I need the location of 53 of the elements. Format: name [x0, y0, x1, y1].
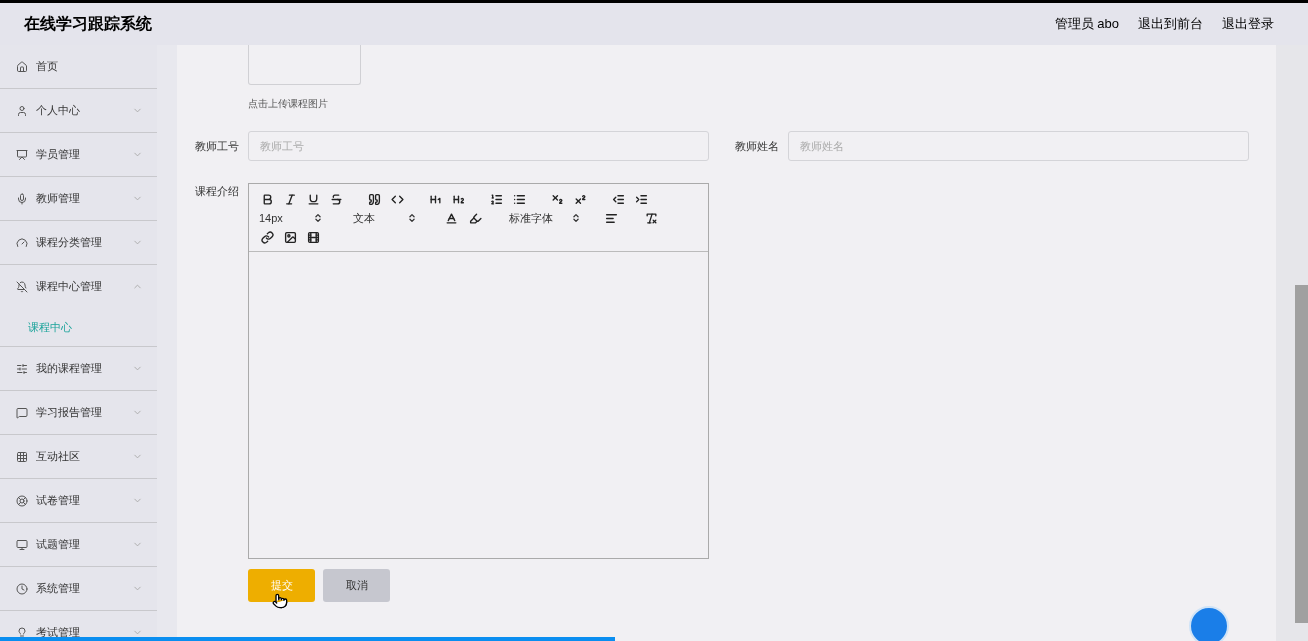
text-field[interactable]: 教师工号	[248, 131, 709, 161]
font-select[interactable]: 标准字体	[509, 210, 581, 227]
menu-item[interactable]: 考试管理	[0, 611, 157, 641]
header-link[interactable]: 退出登录	[1222, 14, 1274, 34]
upload-hint: 点击上传课程图片	[248, 97, 329, 111]
menu-item[interactable]: 课程中心管理	[0, 265, 157, 308]
quote-icon[interactable]	[366, 191, 382, 207]
menu-item[interactable]: 课程分类管理	[0, 221, 157, 264]
video-icon[interactable]	[305, 229, 321, 246]
ordered-list-icon[interactable]	[488, 191, 504, 207]
sliders-icon	[16, 362, 28, 375]
up-down-arrows-icon	[407, 213, 417, 224]
menu-item[interactable]: 试题管理	[0, 523, 157, 566]
menu-item[interactable]: 我的课程管理	[0, 347, 157, 390]
image-icon[interactable]	[282, 229, 298, 246]
up-down-arrows-icon	[571, 213, 581, 224]
clock-icon	[16, 582, 28, 595]
menu-item[interactable]: 首页	[0, 45, 157, 88]
gauge-icon	[16, 236, 28, 249]
format-select[interactable]: 文本	[353, 210, 417, 227]
menu-item[interactable]: 互动社区	[0, 435, 157, 478]
menu-item[interactable]: 学习报告管理	[0, 391, 157, 434]
scrollbar[interactable]	[1276, 45, 1308, 641]
lightbulb-icon	[16, 626, 28, 639]
field-label: 课程介绍	[195, 184, 240, 199]
user-icon	[16, 104, 28, 117]
header-link[interactable]: 管理员 abo	[1054, 14, 1119, 34]
menu-item[interactable]: 系统管理	[0, 567, 157, 610]
strikethrough-icon[interactable]	[328, 191, 344, 207]
link-icon[interactable]	[259, 229, 275, 246]
hand-cursor-icon	[272, 593, 288, 609]
highlight-icon[interactable]	[467, 210, 483, 227]
microphone-icon	[16, 192, 28, 205]
menu-item[interactable]: 教师管理	[0, 177, 157, 220]
field-label: 教师姓名	[735, 138, 780, 154]
bell-off-icon	[16, 280, 28, 293]
lifebuoy-icon	[16, 494, 28, 507]
cancel-button[interactable]: 取消	[323, 569, 390, 602]
font-size-select[interactable]: 14px	[259, 210, 323, 227]
app-title: 在线学习跟踪系统	[24, 14, 152, 34]
board-icon	[16, 148, 28, 161]
menu-item[interactable]: 试卷管理	[0, 479, 157, 522]
up-down-arrows-icon	[313, 213, 323, 224]
header-link[interactable]: 退出到前台	[1138, 14, 1203, 34]
home-icon	[16, 60, 28, 73]
message-icon	[16, 406, 28, 419]
clear-format-icon[interactable]	[643, 210, 659, 227]
text-field[interactable]: 教师姓名	[788, 131, 1249, 161]
field-label: 教师工号	[195, 138, 240, 154]
menu-item[interactable]: 个人中心	[0, 89, 157, 132]
grid-icon	[16, 450, 28, 463]
monitor-icon	[16, 538, 28, 551]
menu-item[interactable]: 学员管理	[0, 133, 157, 176]
